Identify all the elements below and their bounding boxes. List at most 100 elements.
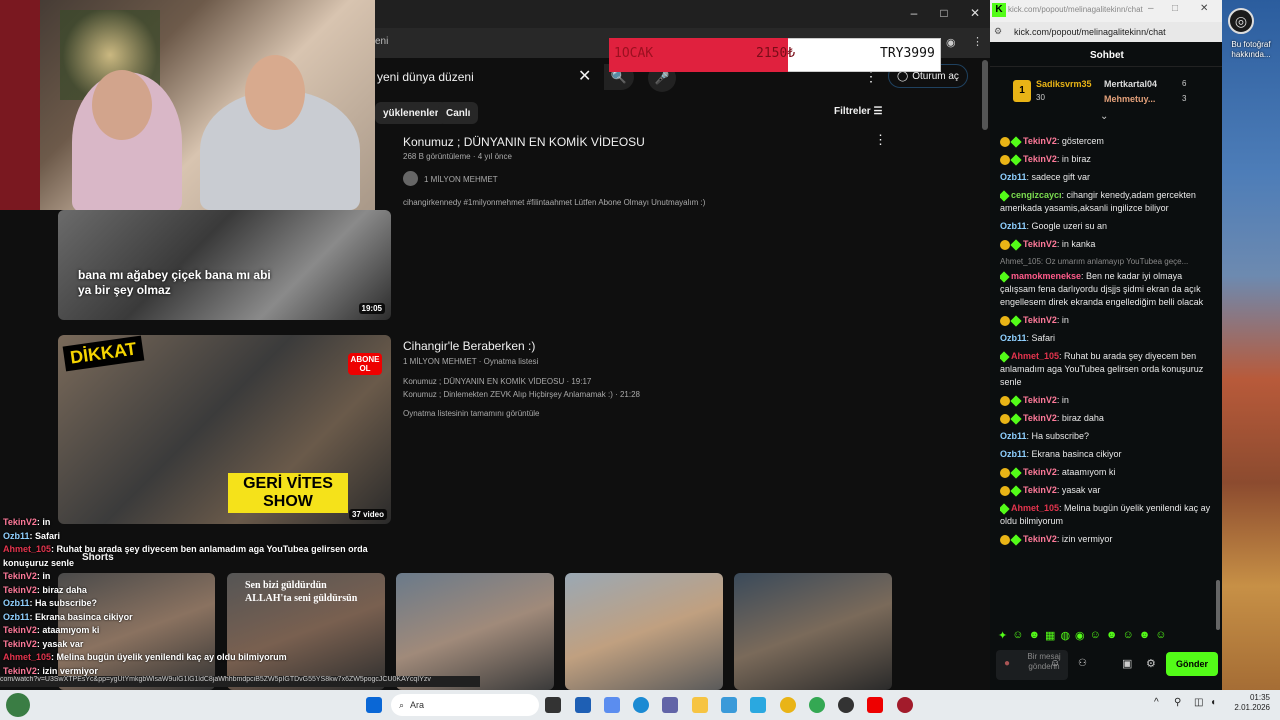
emoji-icon[interactable]: ☺ xyxy=(1050,658,1060,669)
close-icon[interactable]: ✕ xyxy=(967,6,983,20)
chrome-icon[interactable] xyxy=(780,697,796,713)
teams-icon[interactable] xyxy=(662,697,678,713)
chat-username[interactable]: TekinV2 xyxy=(1023,534,1057,544)
copilot-icon[interactable] xyxy=(604,697,620,713)
chat-username[interactable]: Ozb11 xyxy=(1000,449,1027,459)
chat-username[interactable]: Ozb11 xyxy=(1000,333,1027,343)
chat-url-text[interactable]: kick.com/popout/melinagalitekinn/chat xyxy=(1014,27,1166,37)
camera-icon[interactable]: ◎ xyxy=(1228,8,1254,34)
playlist-channel[interactable]: 1 MİLYON MEHMET · Oynatma listesi xyxy=(403,357,538,366)
video-title[interactable]: Konumuz ; DÜNYANIN EN KOMİK VİDEOSU xyxy=(403,135,645,149)
chat-username[interactable]: TekinV2 xyxy=(1023,467,1057,477)
expand-icon[interactable]: ⌄ xyxy=(1100,111,1108,122)
photos-icon[interactable] xyxy=(721,697,737,713)
emote-icon[interactable]: ✦ xyxy=(998,629,1007,643)
chat-message: cengizcaycı: cihangir kenedy,adam gercek… xyxy=(1000,189,1212,215)
taskbar-search[interactable]: ⌕ Ara xyxy=(391,694,539,716)
view-full-playlist-link[interactable]: Oynatma listesinin tamamını görüntüle xyxy=(403,409,540,418)
youtube-url-text[interactable]: eni xyxy=(375,36,388,47)
emote-icon[interactable]: ☺ xyxy=(1155,629,1166,643)
taskbar-clock[interactable]: 01:35 2.01.2026 xyxy=(1226,693,1270,713)
chat-username[interactable]: Ahmet_105 xyxy=(1011,503,1059,513)
minimize-icon[interactable]: – xyxy=(1148,3,1154,14)
settings-icon[interactable]: ⚙ xyxy=(1146,657,1156,670)
overlay-chat-text: : in xyxy=(36,517,51,527)
volume-icon[interactable]: ◖ xyxy=(1210,697,1216,708)
chat-username[interactable]: TekinV2 xyxy=(1023,395,1057,405)
chat-username[interactable]: Ozb11 xyxy=(1000,431,1027,441)
emote-icon[interactable]: ☺ xyxy=(1012,629,1023,643)
top-gifter-name[interactable]: Sadiksvrm35 xyxy=(1036,79,1092,89)
obs-icon[interactable] xyxy=(838,697,854,713)
browser-menu-icon[interactable]: ⋮ xyxy=(972,35,983,48)
chat-username[interactable]: TekinV2 xyxy=(1023,315,1057,325)
chrome-icon[interactable] xyxy=(809,697,825,713)
emote-icon[interactable]: ☺ xyxy=(1122,629,1133,643)
chat-username[interactable]: cengizcaycı xyxy=(1011,190,1062,200)
playlist-title[interactable]: Cihangir'le Beraberken :) xyxy=(403,339,535,353)
chat-username[interactable]: TekinV2 xyxy=(1023,485,1057,495)
file-explorer-icon[interactable] xyxy=(692,697,708,713)
video-thumbnail[interactable]: bana mı ağabey çiçek bana mı abi ya bir … xyxy=(58,210,391,320)
emote-icon[interactable]: ☺ xyxy=(1090,629,1101,643)
playlist-thumbnail[interactable]: DİKKAT ABONE OL GERİ VİTES SHOW 37 video xyxy=(58,335,391,524)
app-icon[interactable] xyxy=(897,697,913,713)
chat-username[interactable]: TekinV2 xyxy=(1023,136,1057,146)
playlist-item[interactable]: Konumuz ; Dinlemekten ZEVK Alıp Hiçbirşe… xyxy=(403,390,640,399)
emote-icon[interactable]: ◍ xyxy=(1060,629,1070,643)
site-info-icon[interactable]: ⚙ xyxy=(994,26,1002,37)
maximize-icon[interactable]: □ xyxy=(936,6,952,20)
emote-icon[interactable]: ☻ xyxy=(1139,629,1151,643)
gift-icon[interactable]: ▣ xyxy=(1122,657,1132,670)
microphone-icon[interactable]: ● xyxy=(1004,658,1010,669)
chip-live[interactable]: Canlı xyxy=(438,102,479,124)
store-icon[interactable] xyxy=(575,697,591,713)
youtube-icon[interactable] xyxy=(867,697,883,713)
network-icon[interactable]: ◫ xyxy=(1194,697,1203,708)
microphone-icon[interactable]: ⚲ xyxy=(1174,697,1181,708)
subscriber-badge-icon xyxy=(1000,534,1010,545)
edge-icon[interactable] xyxy=(633,697,649,713)
chat-username[interactable]: Ahmet_105 xyxy=(1011,351,1059,361)
chip-uploads[interactable]: yüklenenler xyxy=(375,102,447,124)
top-gifter-count: 30 xyxy=(1036,93,1045,102)
emote-icon[interactable]: ▦ xyxy=(1045,629,1055,643)
start-icon[interactable] xyxy=(366,697,382,713)
search-input[interactable]: yeni dünya düzeni xyxy=(377,70,474,84)
clear-search-icon[interactable]: ✕ xyxy=(578,66,591,86)
chat-username[interactable]: Ozb11 xyxy=(1000,221,1027,231)
top-gifter-name[interactable]: Mehmetuy... xyxy=(1104,94,1155,104)
video-options-icon[interactable]: ⋮ xyxy=(874,132,887,148)
channel-avatar[interactable] xyxy=(403,171,418,186)
emote-icon[interactable]: ◉ xyxy=(1075,629,1085,643)
shorts-thumbnail[interactable] xyxy=(565,573,723,690)
chat-address-bar[interactable]: ⚙ kick.com/popout/melinagalitekinn/chat xyxy=(990,22,1222,42)
chat-username[interactable]: TekinV2 xyxy=(1023,413,1057,423)
profile-icon[interactable]: ◉ xyxy=(946,36,956,49)
chat-scrollbar[interactable] xyxy=(1216,580,1220,630)
filters-button[interactable]: Filtreler ☰ xyxy=(834,106,882,117)
send-button[interactable]: Gönder xyxy=(1166,652,1218,676)
task-view-icon[interactable] xyxy=(545,697,561,713)
chat-username[interactable]: mamokmenekse xyxy=(1011,271,1081,281)
chat-username[interactable]: TekinV2 xyxy=(1023,239,1057,249)
youtube-scrollbar[interactable] xyxy=(982,60,988,130)
top-gifter-name[interactable]: Mertkartal04 xyxy=(1104,79,1157,89)
subscriber-badge-icon xyxy=(1000,413,1010,424)
weather-icon[interactable] xyxy=(6,693,30,717)
maximize-icon[interactable]: □ xyxy=(1172,3,1178,14)
channel-name[interactable]: 1 MİLYON MEHMET xyxy=(424,175,498,184)
users-icon[interactable]: ⚇ xyxy=(1078,658,1087,669)
playlist-item[interactable]: Konumuz ; DÜNYANIN EN KOMİK VİDEOSU · 19… xyxy=(403,377,591,386)
tray-chevron-icon[interactable]: ^ xyxy=(1154,697,1159,708)
emote-icon[interactable]: ☻ xyxy=(1028,629,1040,643)
emote-icon[interactable]: ☻ xyxy=(1106,629,1118,643)
chat-username[interactable]: TekinV2 xyxy=(1023,154,1057,164)
minimize-icon[interactable]: – xyxy=(906,6,922,20)
chat-message: Ozb11: sadece gift var xyxy=(1000,171,1212,184)
chat-username[interactable]: Ozb11 xyxy=(1000,172,1027,182)
mail-icon[interactable] xyxy=(750,697,766,713)
close-icon[interactable]: ✕ xyxy=(1200,3,1208,14)
shorts-thumbnail[interactable] xyxy=(734,573,892,690)
reply-preview[interactable]: Ahmet_105: Oz umarım anlamayıp YouTubea … xyxy=(1000,256,1212,267)
